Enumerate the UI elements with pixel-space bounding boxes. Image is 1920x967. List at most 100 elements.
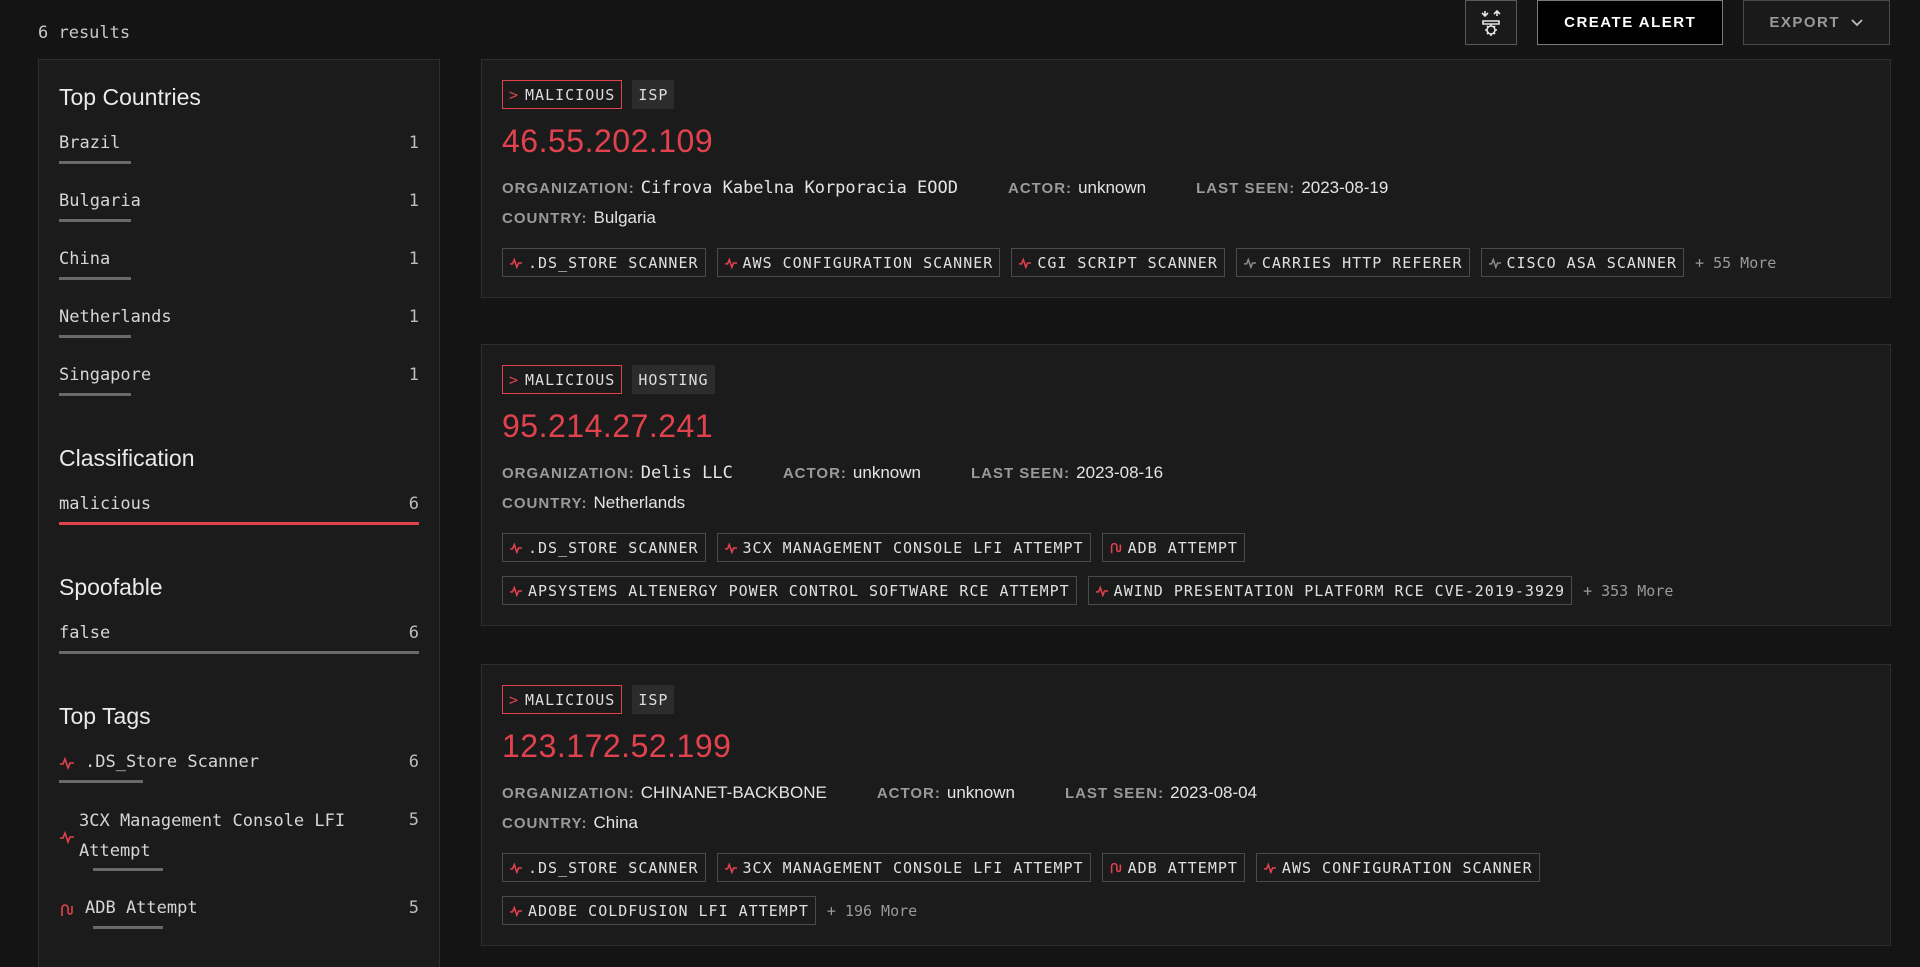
tag-chip[interactable]: CISCO ASA SCANNER: [1480, 248, 1685, 277]
meta-key: COUNTRY:: [502, 210, 588, 227]
meta-key: LAST SEEN:: [970, 465, 1071, 482]
facet-count: 1: [408, 307, 419, 327]
tag-chip[interactable]: CARRIES HTTP REFERER: [1235, 248, 1470, 277]
tag-list: .DS_STORE SCANNER 3CX MANAGEMENT CONSOLE…: [502, 533, 1870, 625]
tag-chip[interactable]: ADB ATTEMPT: [1101, 853, 1245, 882]
chevron-down-icon: [1851, 18, 1863, 26]
facet-item-country[interactable]: Netherlands 1: [59, 303, 419, 361]
facet-item-spoofable[interactable]: false 6: [59, 619, 419, 677]
tag-label: AWS CONFIGURATION SCANNER: [742, 253, 994, 272]
tag-chip[interactable]: 3CX MANAGEMENT CONSOLE LFI ATTEMPT: [716, 853, 1091, 882]
last-seen-field: LAST SEEN: 2023-08-16: [971, 463, 1163, 483]
meta-value: CHINANET-BACKBONE: [640, 783, 827, 802]
more-tags-link[interactable]: + 55 More: [1695, 254, 1776, 272]
classification-label: MALICIOUS: [525, 370, 616, 389]
facet-bar: [59, 522, 419, 525]
result-card[interactable]: > MALICIOUS HOSTING 95.214.27.241 ORGANIZ…: [481, 344, 1891, 626]
ip-address-link[interactable]: 46.55.202.109: [502, 123, 1870, 160]
facet-bar: [59, 780, 143, 783]
tag-chip[interactable]: .DS_STORE SCANNER: [502, 248, 706, 277]
tag-chip[interactable]: AWS CONFIGURATION SCANNER: [716, 248, 1001, 277]
tag-label: CARRIES HTTP REFERER: [1261, 253, 1463, 272]
meta-key: ACTOR:: [876, 785, 941, 802]
facet-count: 1: [408, 133, 419, 153]
facet-label: ADB Attempt: [85, 898, 198, 918]
tag-chip[interactable]: AWIND PRESENTATION PLATFORM RCE CVE-2019…: [1087, 576, 1573, 605]
tag-chip[interactable]: APSYSTEMS ALTENERGY POWER CONTROL SOFTWA…: [502, 576, 1077, 605]
facet-title: Top Tags: [59, 703, 151, 729]
meta-value: unknown: [852, 463, 921, 482]
type-badge: HOSTING: [632, 365, 715, 394]
tag-chip[interactable]: ADOBE COLDFUSION LFI ATTEMPT: [502, 896, 816, 925]
bot-settings-button[interactable]: [1465, 0, 1518, 45]
tag-list: .DS_STORE SCANNER AWS CONFIGURATION SCAN…: [502, 248, 1870, 297]
facet-title: Top Countries: [59, 84, 201, 110]
export-dropdown[interactable]: EXPORT: [1743, 0, 1890, 45]
tag-chip[interactable]: .DS_STORE SCANNER: [502, 853, 706, 882]
create-alert-button[interactable]: CREATE ALERT: [1537, 0, 1724, 45]
toolbar: CREATE ALERT EXPORT: [1465, 0, 1890, 45]
tag-chip[interactable]: CGI SCRIPT SCANNER: [1011, 248, 1225, 277]
facet-sidebar: Top Countries Brazil 1 Bulgaria 1 China …: [38, 59, 440, 967]
facet-item-classification[interactable]: malicious 6: [59, 490, 419, 548]
facet-tags: Top Tags .DS_Store Scanner 6 3CX Managem…: [59, 703, 419, 952]
classification-label: MALICIOUS: [525, 85, 616, 104]
facet-count: 1: [408, 249, 419, 269]
facet-item-country[interactable]: China 1: [59, 245, 419, 303]
facet-count: 5: [408, 898, 419, 918]
classification-badge: > MALICIOUS: [502, 365, 623, 394]
actor-field: ACTOR: unknown: [877, 783, 1015, 803]
tag-label: .DS_STORE SCANNER: [528, 253, 699, 272]
tag-list: .DS_STORE SCANNER 3CX MANAGEMENT CONSOLE…: [502, 853, 1870, 945]
result-card[interactable]: > MALICIOUS ISP 46.55.202.109 ORGANIZATIO…: [481, 59, 1891, 298]
activity-icon: [510, 861, 522, 874]
meta-key: ORGANIZATION:: [502, 465, 635, 482]
more-tags-link[interactable]: + 353 More: [1583, 582, 1673, 600]
activity-icon: [510, 256, 522, 269]
country-field: COUNTRY: Netherlands: [502, 493, 685, 513]
facet-bar: [59, 219, 131, 222]
tag-label: 3CX MANAGEMENT CONSOLE LFI ATTEMPT: [742, 858, 1084, 877]
ip-address-link[interactable]: 95.214.27.241: [502, 408, 1870, 445]
facet-item-tag[interactable]: ADB Attempt 5: [59, 894, 419, 952]
facet-item-country[interactable]: Singapore 1: [59, 361, 419, 419]
facet-countries: Top Countries Brazil 1 Bulgaria 1 China …: [59, 84, 419, 419]
ip-address-link[interactable]: 123.172.52.199: [502, 728, 1870, 765]
type-badge: ISP: [632, 80, 675, 109]
tag-label: CGI SCRIPT SCANNER: [1037, 253, 1218, 272]
facet-item-tag[interactable]: 3CX Management Console LFI Attempt 5: [59, 806, 419, 894]
facet-classification: Classification malicious 6: [59, 445, 419, 548]
activity-icon: [510, 904, 522, 917]
facet-item-tag[interactable]: .DS_Store Scanner 6: [59, 748, 419, 806]
worm-icon: [61, 904, 73, 916]
tag-chip[interactable]: AWS CONFIGURATION SCANNER: [1255, 853, 1540, 882]
facet-bar: [59, 161, 131, 164]
meta-value: 2023-08-04: [1170, 783, 1258, 802]
facet-bar: [93, 926, 163, 929]
facet-count: 1: [408, 365, 419, 385]
result-card[interactable]: > MALICIOUS ISP 123.172.52.199 ORGANIZATI…: [481, 664, 1891, 946]
last-seen-field: LAST SEEN: 2023-08-19: [1196, 178, 1388, 198]
facet-count: 6: [408, 752, 419, 772]
tag-chip[interactable]: ADB ATTEMPT: [1101, 533, 1245, 562]
tag-chip[interactable]: 3CX MANAGEMENT CONSOLE LFI ATTEMPT: [716, 533, 1091, 562]
facet-bar: [59, 277, 131, 280]
results-count: 6 results: [38, 23, 131, 43]
facet-bar: [59, 651, 419, 654]
tag-label: 3CX MANAGEMENT CONSOLE LFI ATTEMPT: [742, 538, 1084, 557]
organization-field: ORGANIZATION: Delis LLC: [502, 463, 733, 483]
facet-label: 3CX Management Console LFI Attempt: [79, 811, 346, 861]
facet-title: Classification: [59, 445, 195, 471]
activity-icon: [1263, 861, 1276, 874]
tag-chip[interactable]: .DS_STORE SCANNER: [502, 533, 706, 562]
tag-label: AWS CONFIGURATION SCANNER: [1281, 858, 1533, 877]
classification-label: MALICIOUS: [525, 690, 616, 709]
more-tags-link[interactable]: + 196 More: [827, 902, 917, 920]
facet-item-country[interactable]: Brazil 1: [59, 129, 419, 187]
activity-icon: [724, 861, 737, 874]
facet-item-country[interactable]: Bulgaria 1: [59, 187, 419, 245]
actor-field: ACTOR: unknown: [1008, 178, 1146, 198]
facet-bar: [59, 335, 131, 338]
facet-label: Netherlands: [59, 307, 172, 327]
meta-key: COUNTRY:: [502, 815, 588, 832]
